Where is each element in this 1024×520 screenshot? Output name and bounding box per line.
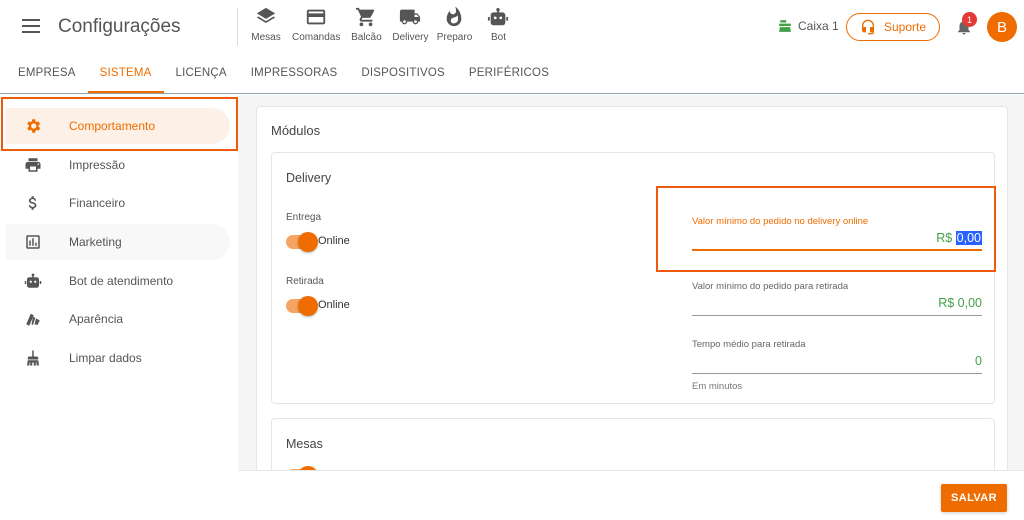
section-title: Módulos <box>271 123 321 138</box>
settings-tabs: EMPRESA SISTEMA LICENÇA IMPRESSORAS DISP… <box>0 56 1024 94</box>
entrega-toggle[interactable] <box>286 232 318 252</box>
dollar-icon <box>24 194 42 212</box>
sidebar-item-aparencia[interactable]: Aparência <box>6 301 230 337</box>
headset-icon <box>861 19 874 35</box>
truck-icon <box>400 9 421 25</box>
sidebar-item-marketing[interactable]: Marketing <box>6 224 230 260</box>
tempo-hint: Em minutos <box>692 381 743 392</box>
notification-badge: 1 <box>962 12 977 27</box>
retirada-label: Retirada <box>286 276 324 287</box>
cash-register-icon <box>779 20 791 32</box>
modulos-card: Módulos Delivery Entrega Online Retirada… <box>256 106 1008 470</box>
tab-empresa[interactable]: EMPRESA <box>6 56 88 93</box>
nav-balcao[interactable]: Balcão <box>344 6 388 43</box>
tempo-label: Tempo médio para retirada <box>692 339 806 350</box>
robot-icon <box>488 7 509 26</box>
sidebar-item-impressao[interactable]: Impressão <box>6 147 230 183</box>
avatar[interactable]: B <box>987 12 1017 42</box>
mesas-title: Mesas <box>286 437 323 451</box>
module-nav: Mesas Comandas Balcão Delivery Preparo B… <box>244 6 520 43</box>
entrega-label: Entrega <box>286 212 322 223</box>
tempo-input[interactable]: 0 <box>692 350 982 374</box>
printer-icon <box>24 156 42 174</box>
caixa-indicator[interactable]: Caixa 1 <box>778 19 839 33</box>
suporte-button[interactable]: Suporte <box>846 13 940 41</box>
highlight-box-sidebar <box>1 97 238 151</box>
fire-icon <box>447 6 462 27</box>
chart-icon <box>24 233 42 251</box>
tab-dispositivos[interactable]: DISPOSITIVOS <box>349 56 457 93</box>
save-button[interactable]: SALVAR <box>941 484 1007 512</box>
page-title: Configurações <box>58 16 181 37</box>
layers-icon <box>256 7 276 23</box>
footer-bar: SALVAR <box>238 470 1024 520</box>
tab-perifericos[interactable]: PERIFÉRICOS <box>457 56 561 93</box>
sidebar-item-financeiro[interactable]: Financeiro <box>6 185 230 221</box>
nav-delivery[interactable]: Delivery <box>388 6 432 43</box>
nav-comandas[interactable]: Comandas <box>288 6 344 43</box>
delivery-title: Delivery <box>286 171 332 185</box>
palette-icon <box>24 310 42 328</box>
retirada-toggle[interactable] <box>286 296 318 316</box>
menu-icon[interactable] <box>22 19 40 33</box>
tab-sistema[interactable]: SISTEMA <box>87 56 164 93</box>
highlight-box-field <box>656 186 996 272</box>
top-bar: Configurações Mesas Comandas Balcão Deli… <box>0 0 1024 56</box>
cart-icon <box>356 7 375 27</box>
sidebar-item-limpar-dados[interactable]: Limpar dados <box>6 340 230 376</box>
mesas-card: Mesas <box>271 418 995 470</box>
sidebar-item-bot[interactable]: Bot de atendimento <box>6 263 230 299</box>
main-content: Módulos Delivery Entrega Online Retirada… <box>238 95 1024 470</box>
sidebar: Comportamento Impressão Financeiro Marke… <box>0 95 238 520</box>
entrega-state: Online <box>318 235 350 247</box>
divider <box>237 8 238 46</box>
min-retirada-input[interactable]: R$ 0,00 <box>692 292 982 316</box>
broom-icon <box>24 349 42 367</box>
nav-mesas[interactable]: Mesas <box>244 6 288 43</box>
min-retirada-label: Valor mínimo do pedido para retirada <box>692 281 849 292</box>
card-icon <box>307 9 326 25</box>
robot-icon <box>24 272 42 290</box>
tab-impressoras[interactable]: IMPRESSORAS <box>239 56 350 93</box>
tab-licenca[interactable]: LICENÇA <box>164 56 239 93</box>
nav-preparo[interactable]: Preparo <box>432 6 476 43</box>
nav-bot[interactable]: Bot <box>476 6 520 43</box>
retirada-state: Online <box>318 299 350 311</box>
